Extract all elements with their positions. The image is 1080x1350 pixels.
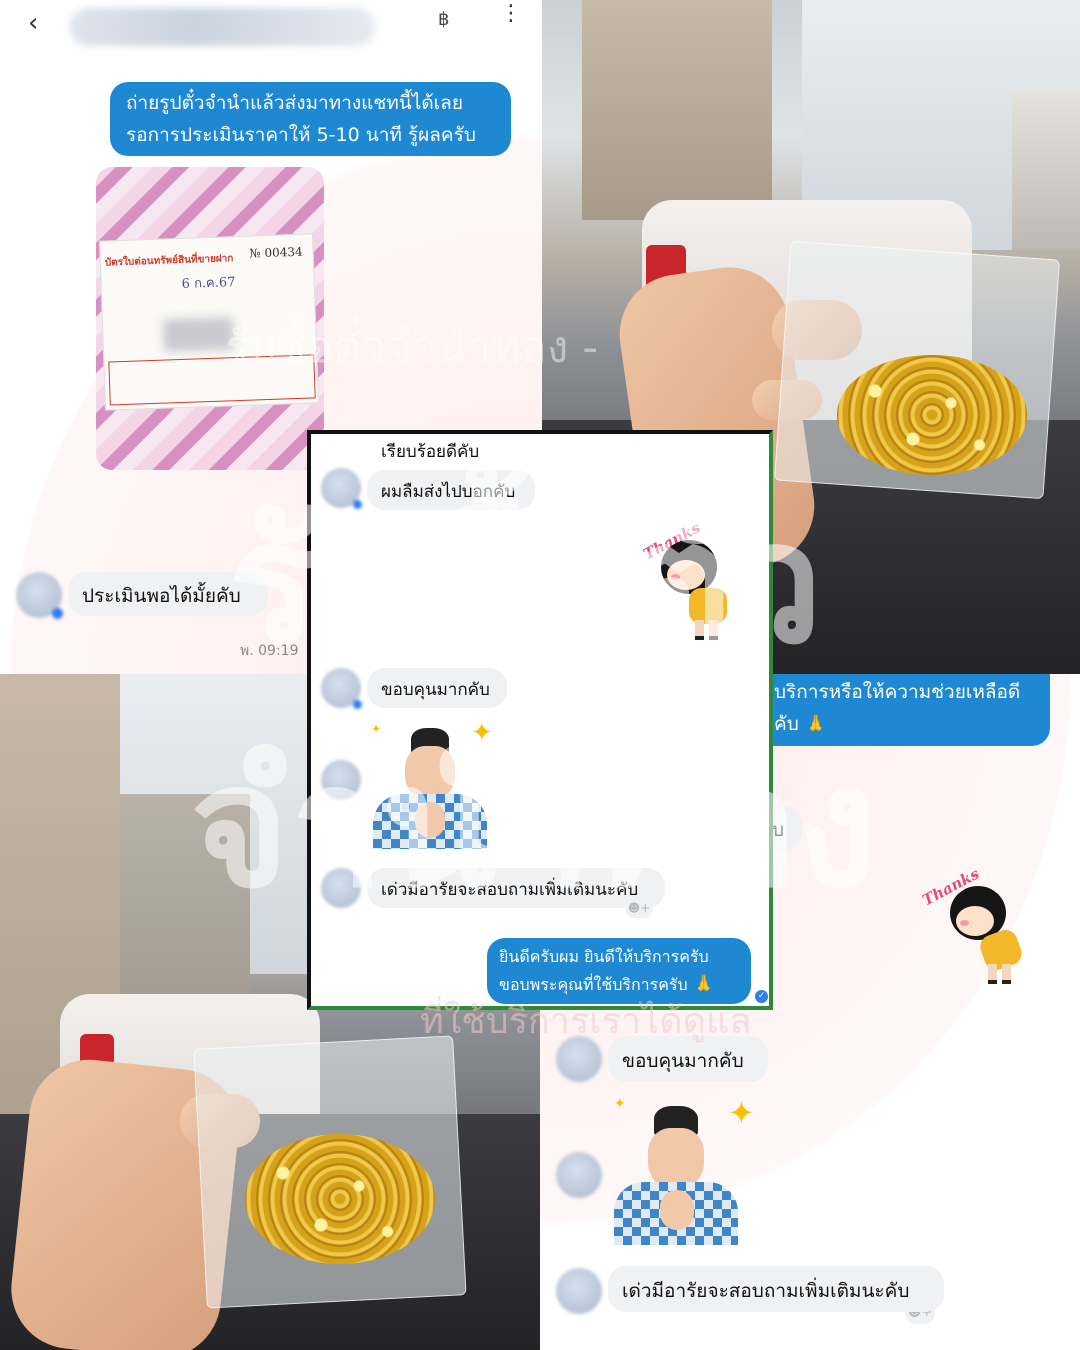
incoming-followup-bubble: เด่วมีอารัยจะสอบถามเพิ่มเติมนะคับ	[608, 1266, 944, 1312]
ticket-blurred-area	[162, 317, 234, 352]
ticket-number: № 00434	[249, 244, 303, 261]
baht-icon[interactable]: ฿	[438, 9, 449, 30]
read-check-icon: ✓	[755, 990, 768, 1003]
blurred-contact-name	[70, 8, 375, 46]
reply-line-1: ยินดีครับผม ยินดีให้บริการครับ	[499, 947, 709, 966]
outgoing-partial-bubble: บริการหรือให้ความช่วยเหลือดี คับ 🙏	[770, 674, 1050, 746]
avatar	[16, 572, 63, 619]
partial-line-2: คับ 🙏	[774, 713, 828, 735]
add-reaction-icon[interactable]: ☻+	[625, 898, 653, 918]
sparkle-icon: ✦	[728, 1094, 755, 1132]
avatar	[556, 1152, 602, 1198]
chat-header: ‹ ฿ ⋮	[0, 0, 540, 52]
avatar	[321, 868, 361, 908]
sparkle-icon: ✦	[471, 718, 493, 748]
watermark-small-text: รับซื้อตั๋วจำนำทอง -	[225, 322, 599, 373]
more-options-icon[interactable]: ⋮	[500, 3, 522, 25]
back-icon[interactable]: ‹	[28, 8, 38, 38]
center-chat-panel: เรียบร้อยดีคับ ผมลืมส่งไปบอกคับ Thanks ข…	[307, 430, 773, 1010]
message-time: พ. 09:19	[240, 643, 299, 659]
watermark-tagline: ที่ใช้บริการเราได้ดูแล	[420, 1001, 752, 1042]
avatar	[321, 760, 361, 800]
avatar	[321, 468, 362, 509]
incoming-msg-4-bubble: เด่วมีอารัยจะสอบถามเพิ่มเติมนะคับ	[367, 868, 665, 908]
partial-line-1: บริการหรือให้ความช่วยเหลือดี	[774, 681, 1021, 703]
sparkle-icon: ✦	[614, 1096, 626, 1112]
ticket-handwritten-date: 6 ก.ค.67	[181, 275, 236, 292]
incoming-msg-2-bubble: ผมลืมส่งไปบอกคับ	[367, 470, 535, 510]
avatar	[321, 668, 362, 709]
incoming-partial-bubble: บ	[770, 806, 802, 850]
thanks-sticker-center: Thanks	[640, 519, 751, 644]
incoming-msg-1: เรียบร้อยดีคับ	[381, 442, 480, 462]
ticket-title: บัตรใบต่อนทรัพย์สินที่ขายฝาก	[104, 253, 234, 269]
outgoing-prompt-bubble: ถ่ายรูปตั๋วจำนำแล้วส่งมาทางแชทนี้ได้เลย …	[110, 82, 511, 156]
prompt-line-1: ถ่ายรูปตั๋วจำนำแล้วส่งมาทางแชทนี้ได้เลย	[126, 92, 463, 114]
prompt-line-2: รอการประเมินราคาให้ 5-10 นาที รู้ผลครับ	[126, 124, 476, 146]
avatar	[556, 1268, 602, 1314]
sparkle-icon: ✦	[371, 722, 382, 736]
thanks-sticker-right: Thanks	[919, 865, 1040, 1006]
incoming-question-bubble: ประเมินพอได้มั้ยคับ	[68, 572, 268, 616]
incoming-msg-3-bubble: ขอบคุนมากคับ	[367, 668, 507, 708]
